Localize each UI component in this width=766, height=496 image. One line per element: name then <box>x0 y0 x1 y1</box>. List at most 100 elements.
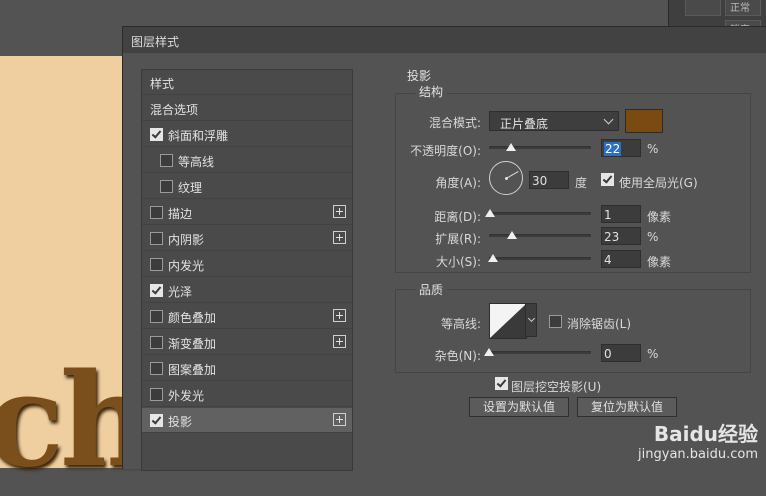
style-checkbox[interactable] <box>150 232 163 245</box>
chevron-down-icon <box>603 114 614 125</box>
blend-mode-dropdown[interactable]: 正常 <box>725 0 761 16</box>
dialog-title: 图层样式 <box>131 35 180 49</box>
style-list-item[interactable]: 混合选项 <box>142 96 352 121</box>
noise-unit: % <box>647 347 659 361</box>
style-list-label: 纹理 <box>178 181 203 195</box>
antialias-checkbox[interactable] <box>549 315 562 328</box>
size-input[interactable]: 4 <box>601 250 641 268</box>
structure-title: 结构 <box>415 83 448 100</box>
style-checkbox[interactable] <box>150 284 163 297</box>
angle-dial[interactable] <box>489 161 523 195</box>
distance-label: 距离(D): <box>434 210 481 224</box>
knockout-checkbox[interactable] <box>495 377 508 390</box>
antialias-label: 消除锯齿(L) <box>567 317 632 331</box>
shadow-color-swatch[interactable] <box>625 109 663 133</box>
knockout-label: 图层挖空投影(U) <box>511 380 602 394</box>
style-list-label: 外发光 <box>168 389 205 403</box>
linear-contour-icon <box>490 304 526 338</box>
style-list-label: 样式 <box>150 77 175 91</box>
size-slider-thumb[interactable] <box>488 254 499 262</box>
style-checkbox[interactable] <box>150 388 163 401</box>
style-list-item[interactable]: 样式 <box>142 70 352 95</box>
blend-mode-select[interactable]: 正片叠底 <box>489 111 619 131</box>
style-list-item[interactable]: 颜色叠加 <box>142 304 352 329</box>
distance-slider[interactable] <box>485 209 591 217</box>
style-checkbox[interactable] <box>160 180 173 193</box>
size-unit: 像素 <box>647 255 672 269</box>
opacity-label: 不透明度(O): <box>410 144 481 158</box>
style-list-label: 图案叠加 <box>168 363 217 377</box>
section-title: 投影 <box>407 69 432 83</box>
angle-center-dot <box>505 177 508 180</box>
style-list-item[interactable]: 等高线 <box>142 148 352 173</box>
distance-unit: 像素 <box>647 210 672 224</box>
baidu-jingyan-watermark: Baidu经验 jingyan.baidu.com <box>638 418 758 462</box>
opacity-input[interactable]: 22 <box>601 139 641 157</box>
global-light-checkbox[interactable] <box>601 173 614 186</box>
opacity-unit: % <box>647 142 659 156</box>
distance-slider-thumb[interactable] <box>485 209 496 217</box>
spread-label: 扩展(R): <box>435 232 481 246</box>
style-checkbox[interactable] <box>160 154 173 167</box>
drop-shadow-panel: 投影 结构 混合模式: 正片叠底 不透明度(O): 22 % 角度(A): 30… <box>385 67 755 469</box>
distance-value: 1 <box>604 208 612 222</box>
style-list-item[interactable]: 内阴影 <box>142 226 352 251</box>
style-checkbox[interactable] <box>150 128 163 141</box>
style-list-item[interactable]: 投影 <box>142 408 352 433</box>
style-list-label: 内发光 <box>168 259 205 273</box>
style-checkbox[interactable] <box>150 258 163 271</box>
document-canvas: ch <box>0 56 153 496</box>
style-list-item[interactable]: 内发光 <box>142 252 352 277</box>
add-effect-icon[interactable] <box>333 231 346 244</box>
angle-value: 30 <box>532 174 548 188</box>
size-slider[interactable] <box>488 254 591 262</box>
style-list-item[interactable]: 图案叠加 <box>142 356 352 381</box>
contour-label: 等高线: <box>440 317 481 331</box>
watermark-brand: Baidu经验 <box>653 422 758 446</box>
style-list-item[interactable]: 外发光 <box>142 382 352 407</box>
add-effect-icon[interactable] <box>333 335 346 348</box>
style-list-label: 渐变叠加 <box>168 337 217 351</box>
blend-mode-value: 正片叠底 <box>500 117 549 131</box>
make-default-button[interactable]: 设置为默认值 <box>469 397 569 417</box>
opacity-slider[interactable] <box>489 143 591 151</box>
angle-input[interactable]: 30 <box>529 171 569 189</box>
style-checkbox[interactable] <box>150 362 163 375</box>
contour-dropdown-button[interactable] <box>525 303 537 337</box>
noise-slider[interactable] <box>484 348 591 356</box>
style-list-label: 斜面和浮雕 <box>168 129 229 143</box>
panel-button[interactable] <box>685 0 721 16</box>
noise-value: 0 <box>604 347 612 361</box>
dialog-titlebar[interactable]: 图层样式 <box>123 27 766 53</box>
style-list-item[interactable]: 描边 <box>142 200 352 225</box>
contour-picker[interactable] <box>489 303 527 339</box>
reset-default-button[interactable]: 复位为默认值 <box>577 397 677 417</box>
style-list: 样式混合选项斜面和浮雕等高线纹理描边内阴影内发光光泽 颜色叠加渐变叠加图案叠加外发… <box>141 69 353 471</box>
style-checkbox[interactable] <box>150 310 163 323</box>
opacity-slider-thumb[interactable] <box>506 143 517 151</box>
noise-label: 杂色(N): <box>434 349 481 363</box>
style-list-label: 内阴影 <box>168 233 205 247</box>
blend-mode-text: 正常 <box>730 3 750 14</box>
opacity-value: 22 <box>604 142 622 156</box>
spread-slider-thumb[interactable] <box>507 231 518 239</box>
spread-input[interactable]: 23 <box>601 227 641 245</box>
layer-style-dialog: 图层样式 样式混合选项斜面和浮雕等高线纹理描边内阴影内发光光泽 颜色叠加渐变叠加图… <box>122 26 766 471</box>
spread-slider[interactable] <box>489 231 591 239</box>
style-checkbox[interactable] <box>150 414 163 427</box>
style-list-item[interactable]: 光泽 <box>142 278 352 303</box>
style-list-item[interactable]: 纹理 <box>142 174 352 199</box>
style-list-label: 混合选项 <box>150 103 199 117</box>
add-effect-icon[interactable] <box>333 309 346 322</box>
watermark-url: jingyan.baidu.com <box>638 447 758 462</box>
distance-input[interactable]: 1 <box>601 205 641 223</box>
add-effect-icon[interactable] <box>333 205 346 218</box>
style-checkbox[interactable] <box>150 336 163 349</box>
style-checkbox[interactable] <box>150 206 163 219</box>
style-list-item[interactable]: 渐变叠加 <box>142 330 352 355</box>
size-label: 大小(S): <box>435 255 481 269</box>
noise-slider-thumb[interactable] <box>484 348 494 356</box>
style-list-item[interactable]: 斜面和浮雕 <box>142 122 352 147</box>
noise-input[interactable]: 0 <box>601 344 641 362</box>
add-effect-icon[interactable] <box>333 413 346 426</box>
